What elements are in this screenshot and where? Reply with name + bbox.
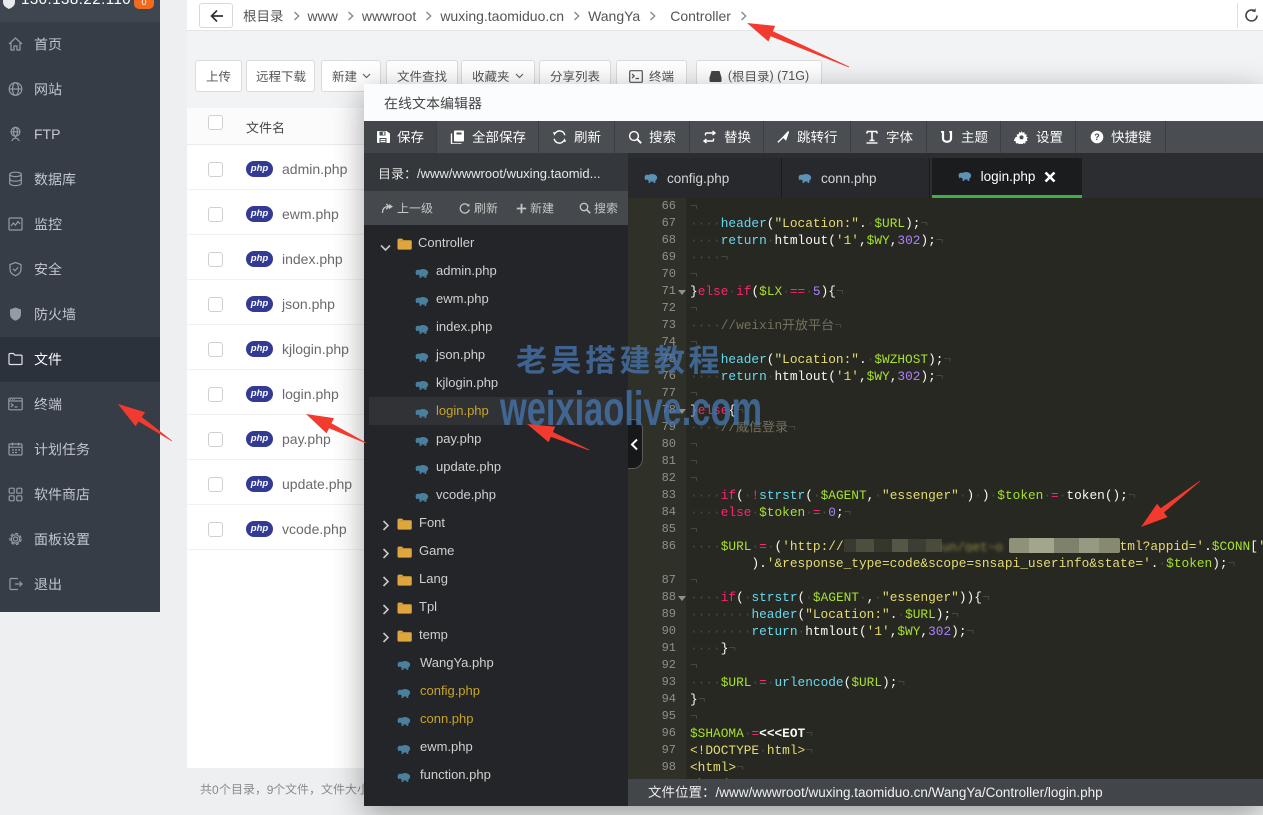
svg-text:?: ? (1094, 132, 1100, 142)
